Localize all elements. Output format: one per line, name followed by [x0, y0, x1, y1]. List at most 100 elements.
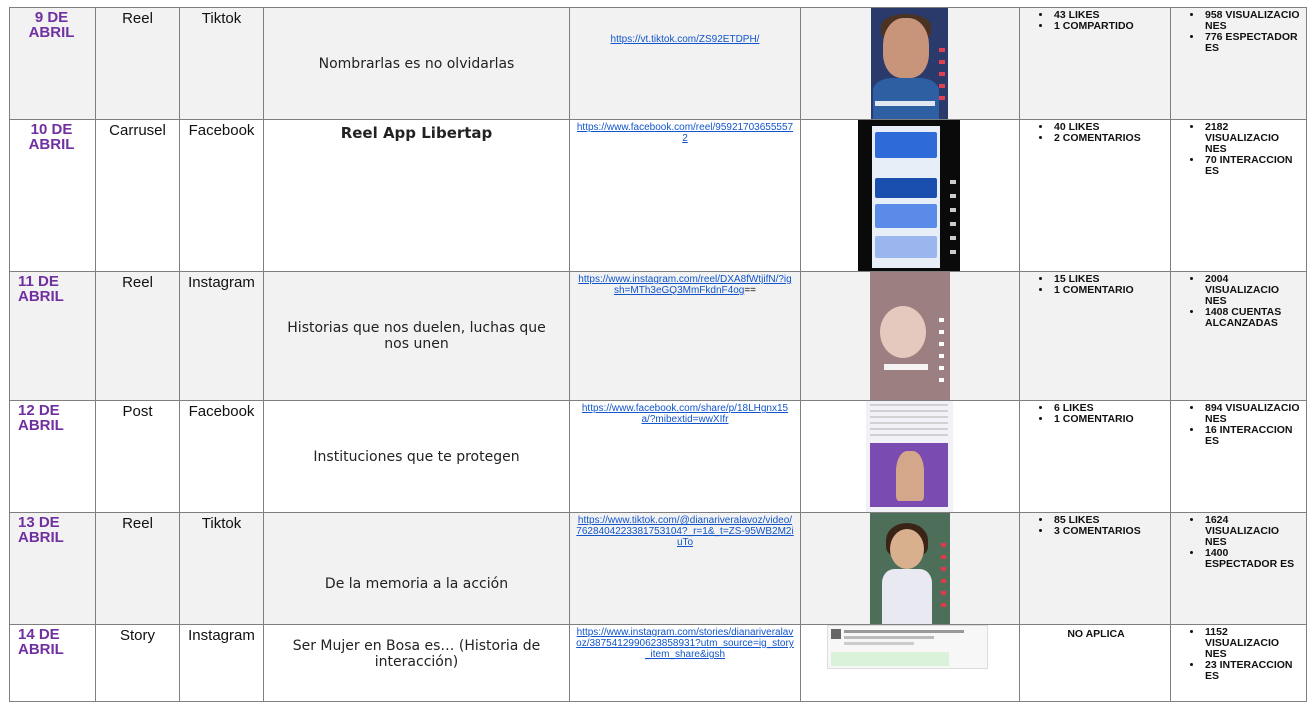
platform-cell: Facebook — [179, 119, 264, 272]
engagement-cell: 15 LIKES 1 COMENTARIO — [1019, 271, 1171, 401]
type-cell: Carrusel — [95, 119, 180, 272]
platform-cell: Facebook — [179, 400, 264, 513]
engagement-item: 3 COMENTARIOS — [1052, 526, 1166, 537]
report-table-container: 9 DE ABRIL Reel Tiktok Nombrarlas es no … — [9, 7, 1307, 702]
thumbnail-cell — [800, 400, 1020, 513]
facebook-post-thumbnail — [866, 401, 953, 512]
thumbnail-cell — [800, 119, 1020, 272]
title-cell: De la memoria a la acción — [263, 512, 570, 625]
post-title: De la memoria a la acción — [324, 575, 509, 592]
post-title: Nombrarlas es no olvidarlas — [318, 55, 515, 72]
platform-text: Tiktok — [201, 515, 242, 532]
reach-item: 2182 VISUALIZACIO NES — [1203, 122, 1302, 155]
engagement-item: 1 COMENTARIO — [1052, 285, 1166, 296]
title-cell: Nombrarlas es no olvidarlas — [263, 7, 570, 120]
reach-item: 894 VISUALIZACIO NES — [1203, 403, 1302, 425]
date-cell: 14 DE ABRIL — [9, 624, 96, 702]
type-text: Story — [119, 627, 155, 644]
reach-cell: 894 VISUALIZACIO NES 16 INTERACCION ES — [1170, 400, 1307, 513]
title-cell: Historias que nos duelen, luchas que nos… — [263, 271, 570, 401]
title-cell: Reel App Libertap — [263, 119, 570, 272]
reach-cell: 2004 VISUALIZACIO NES 1408 CUENTAS ALCAN… — [1170, 271, 1307, 401]
thumbnail-cell — [800, 512, 1020, 625]
type-cell: Story — [95, 624, 180, 702]
link-suffix: == — [744, 285, 756, 296]
engagement-cell: 43 LIKES 1 COMPARTIDO — [1019, 7, 1171, 120]
engagement-item: 1 COMENTARIO — [1052, 414, 1166, 425]
thumbnail-cell — [800, 7, 1020, 120]
tiktok-video-thumbnail — [870, 513, 950, 624]
post-link[interactable]: https://www.instagram.com/stories/dianar… — [576, 627, 794, 660]
engagement-item: 1 COMPARTIDO — [1052, 21, 1166, 32]
reach-item: 1408 CUENTAS ALCANZADAS — [1203, 307, 1302, 329]
reach-item: 70 INTERACCION ES — [1203, 155, 1302, 177]
platform-text: Facebook — [188, 403, 255, 420]
date-cell: 12 DE ABRIL — [9, 400, 96, 513]
type-text: Reel — [122, 274, 153, 291]
date-text: 11 DE ABRIL — [18, 273, 64, 305]
type-text: Carrusel — [109, 122, 166, 139]
type-cell: Reel — [95, 512, 180, 625]
reach-item: 958 VISUALIZACIO NES — [1203, 10, 1302, 32]
type-cell: Post — [95, 400, 180, 513]
reach-cell: 1152 VISUALIZACIO NES 23 INTERACCION ES — [1170, 624, 1307, 702]
platform-text: Instagram — [188, 627, 255, 644]
date-text: 12 DE ABRIL — [18, 402, 64, 434]
date-cell: 13 DE ABRIL — [9, 512, 96, 625]
instagram-story-screenshot-thumbnail — [827, 625, 988, 669]
engagement-cell: 6 LIKES 1 COMENTARIO — [1019, 400, 1171, 513]
post-title: Historias que nos duelen, luchas que nos… — [287, 320, 546, 352]
post-link[interactable]: https://www.facebook.com/share/p/18LHgnx… — [582, 403, 788, 425]
tiktok-video-thumbnail — [871, 8, 948, 119]
date-text: 14 DE ABRIL — [18, 626, 64, 658]
post-link[interactable]: https://vt.tiktok.com/ZS92ETDPH/ — [611, 34, 760, 45]
link-cell: https://www.instagram.com/stories/dianar… — [569, 624, 801, 702]
thumbnail-cell — [800, 624, 1020, 702]
facebook-reel-thumbnail — [858, 120, 960, 271]
platform-cell: Instagram — [179, 624, 264, 702]
table-row: 11 DE ABRIL Reel Instagram Historias que… — [9, 271, 1307, 401]
date-cell: 11 DE ABRIL — [9, 271, 96, 401]
type-cell: Reel — [95, 271, 180, 401]
engagement-cell: 85 LIKES 3 COMENTARIOS — [1019, 512, 1171, 625]
link-cell: https://www.tiktok.com/@dianariveralavoz… — [569, 512, 801, 625]
thumbnail-cell — [800, 271, 1020, 401]
reach-item: 2004 VISUALIZACIO NES — [1203, 274, 1302, 307]
date-cell: 9 DE ABRIL — [9, 7, 96, 120]
content-report-table: 9 DE ABRIL Reel Tiktok Nombrarlas es no … — [9, 7, 1307, 702]
reach-cell: 2182 VISUALIZACIO NES 70 INTERACCION ES — [1170, 119, 1307, 272]
table-row: 13 DE ABRIL Reel Tiktok De la memoria a … — [9, 512, 1307, 625]
post-link[interactable]: https://www.instagram.com/reel/DXA8fWtji… — [578, 274, 791, 296]
type-cell: Reel — [95, 7, 180, 120]
reach-item: 1152 VISUALIZACIO NES — [1203, 627, 1302, 660]
link-cell: https://www.facebook.com/share/p/18LHgnx… — [569, 400, 801, 513]
title-cell: Ser Mujer en Bosa es… (Historia de inter… — [263, 624, 570, 702]
instagram-reel-thumbnail — [870, 272, 950, 400]
post-title: Ser Mujer en Bosa es… (Historia de inter… — [292, 638, 541, 670]
not-applicable-text: NO APLICA — [1067, 628, 1125, 640]
date-text: 10 DE ABRIL — [28, 121, 75, 153]
table-row: 9 DE ABRIL Reel Tiktok Nombrarlas es no … — [9, 7, 1307, 120]
platform-text: Tiktok — [201, 10, 242, 27]
engagement-item: 2 COMENTARIOS — [1052, 133, 1166, 144]
date-cell: 10 DE ABRIL — [9, 119, 96, 272]
date-text: 13 DE ABRIL — [18, 514, 64, 546]
engagement-cell: NO APLICA — [1019, 624, 1171, 702]
reach-cell: 1624 VISUALIZACIO NES 1400 ESPECTADOR ES — [1170, 512, 1307, 625]
post-link[interactable]: https://www.tiktok.com/@dianariveralavoz… — [576, 515, 793, 548]
reach-item: 1624 VISUALIZACIO NES — [1203, 515, 1302, 548]
table-row: 10 DE ABRIL Carrusel Facebook Reel App L… — [9, 119, 1307, 272]
post-title: Instituciones que te protegen — [313, 448, 520, 465]
platform-cell: Tiktok — [179, 512, 264, 625]
table-row: 14 DE ABRIL Story Instagram Ser Mujer en… — [9, 624, 1307, 702]
platform-text: Instagram — [188, 274, 255, 291]
reach-cell: 958 VISUALIZACIO NES 776 ESPECTADOR ES — [1170, 7, 1307, 120]
platform-cell: Tiktok — [179, 7, 264, 120]
link-cell: https://vt.tiktok.com/ZS92ETDPH/ — [569, 7, 801, 120]
reach-item: 16 INTERACCION ES — [1203, 425, 1302, 447]
type-text: Reel — [122, 10, 153, 27]
post-title: Reel App Libertap — [340, 124, 493, 142]
type-text: Reel — [122, 515, 153, 532]
reach-item: 23 INTERACCION ES — [1203, 660, 1302, 682]
post-link[interactable]: https://www.facebook.com/reel/9592170365… — [577, 122, 793, 144]
